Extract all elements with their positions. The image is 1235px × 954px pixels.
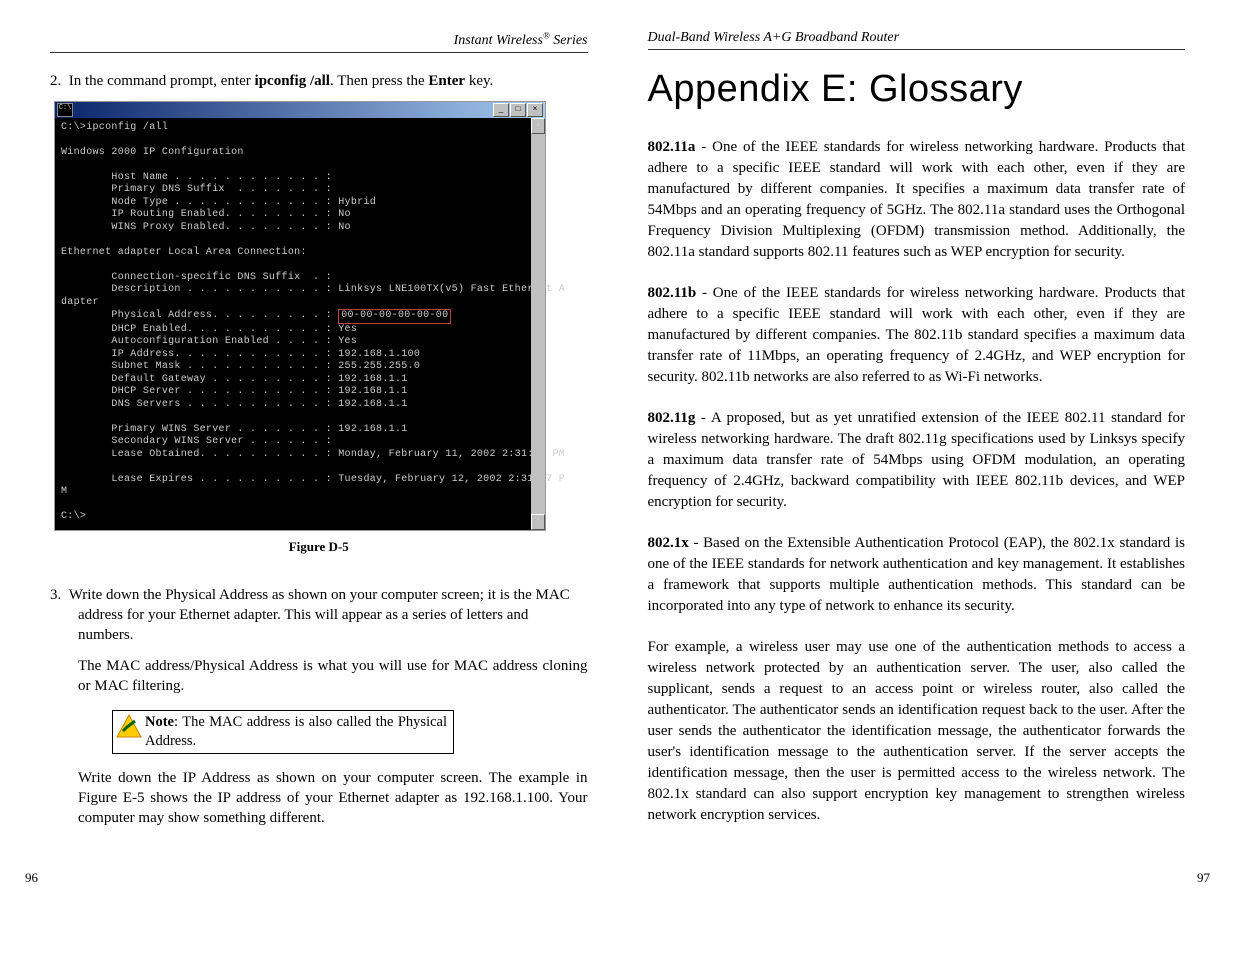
- series-name: Instant Wireless® Series: [454, 33, 588, 48]
- step2-text-c: key.: [465, 73, 493, 89]
- physical-address-highlight: 00-00-00-00-00-00: [338, 309, 451, 324]
- glossary-8021x: 802.1x - Based on the Extensible Authent…: [648, 533, 1186, 617]
- glossary-80211g: 802.11g - A proposed, but as yet unratif…: [648, 408, 1186, 513]
- step3-number: 3.: [50, 587, 61, 603]
- step2-enter: Enter: [428, 73, 465, 89]
- warning-icon: [113, 711, 145, 744]
- step2-command: ipconfig /all: [255, 73, 330, 89]
- term-80211b: 802.11b: [648, 285, 697, 301]
- scroll-up-button[interactable]: ▴: [531, 118, 545, 134]
- titlebar: C:\ _ □ ×: [55, 102, 545, 118]
- page-number-left: 96: [25, 870, 38, 886]
- step-3: 3. Write down the Physical Address as sh…: [78, 585, 588, 646]
- right-page: Dual-Band Wireless A+G Broadband Router …: [648, 30, 1186, 846]
- glossary-80211a: 802.11a - One of the IEEE standards for …: [648, 137, 1186, 263]
- vertical-scrollbar[interactable]: ▴ ▾: [531, 118, 545, 530]
- minimize-button[interactable]: _: [493, 103, 509, 117]
- left-page: Instant Wireless® Series 2. In the comma…: [50, 30, 588, 846]
- def-80211b: - One of the IEEE standards for wireless…: [648, 285, 1186, 385]
- scroll-down-button[interactable]: ▾: [531, 514, 545, 530]
- appendix-title: Appendix E: Glossary: [648, 68, 1186, 111]
- step2-text-b: . Then press the: [330, 73, 428, 89]
- term-80211g: 802.11g: [648, 410, 696, 426]
- step-2: 2. In the command prompt, enter ipconfig…: [78, 71, 588, 91]
- def-80211a: - One of the IEEE standards for wireless…: [648, 139, 1186, 260]
- close-button[interactable]: ×: [527, 103, 543, 117]
- term-8021x: 802.1x: [648, 535, 689, 551]
- glossary-80211b: 802.11b - One of the IEEE standards for …: [648, 283, 1186, 388]
- note-text: Note: The MAC address is also called the…: [145, 711, 453, 753]
- figure-caption: Figure D-5: [50, 539, 588, 555]
- command-prompt-window: C:\ _ □ × C:\>ipconfig /all Windows 2000…: [54, 101, 546, 531]
- step2-text-a: In the command prompt, enter: [69, 73, 255, 89]
- def-80211g: - A proposed, but as yet unratified exte…: [648, 410, 1186, 510]
- note-box: Note: The MAC address is also called the…: [112, 710, 454, 754]
- glossary-8021x-p2: For example, a wireless user may use one…: [648, 637, 1186, 826]
- header-right: Dual-Band Wireless A+G Broadband Router: [648, 30, 1186, 50]
- page-number-right: 97: [1197, 870, 1210, 886]
- step2-number: 2.: [50, 73, 61, 89]
- step3-para2: The MAC address/Physical Address is what…: [78, 656, 588, 697]
- step3-para1: Write down the Physical Address as shown…: [69, 587, 570, 644]
- def-8021x: - Based on the Extensible Authentication…: [648, 535, 1186, 614]
- header-left: Instant Wireless® Series: [50, 30, 588, 53]
- maximize-button[interactable]: □: [510, 103, 526, 117]
- step3-para3: Write down the IP Address as shown on yo…: [78, 768, 588, 829]
- term-80211a: 802.11a: [648, 139, 696, 155]
- cmd-icon: C:\: [57, 103, 73, 117]
- titlebar-buttons: _ □ ×: [493, 103, 543, 117]
- command-output: C:\>ipconfig /all Windows 2000 IP Config…: [55, 118, 545, 530]
